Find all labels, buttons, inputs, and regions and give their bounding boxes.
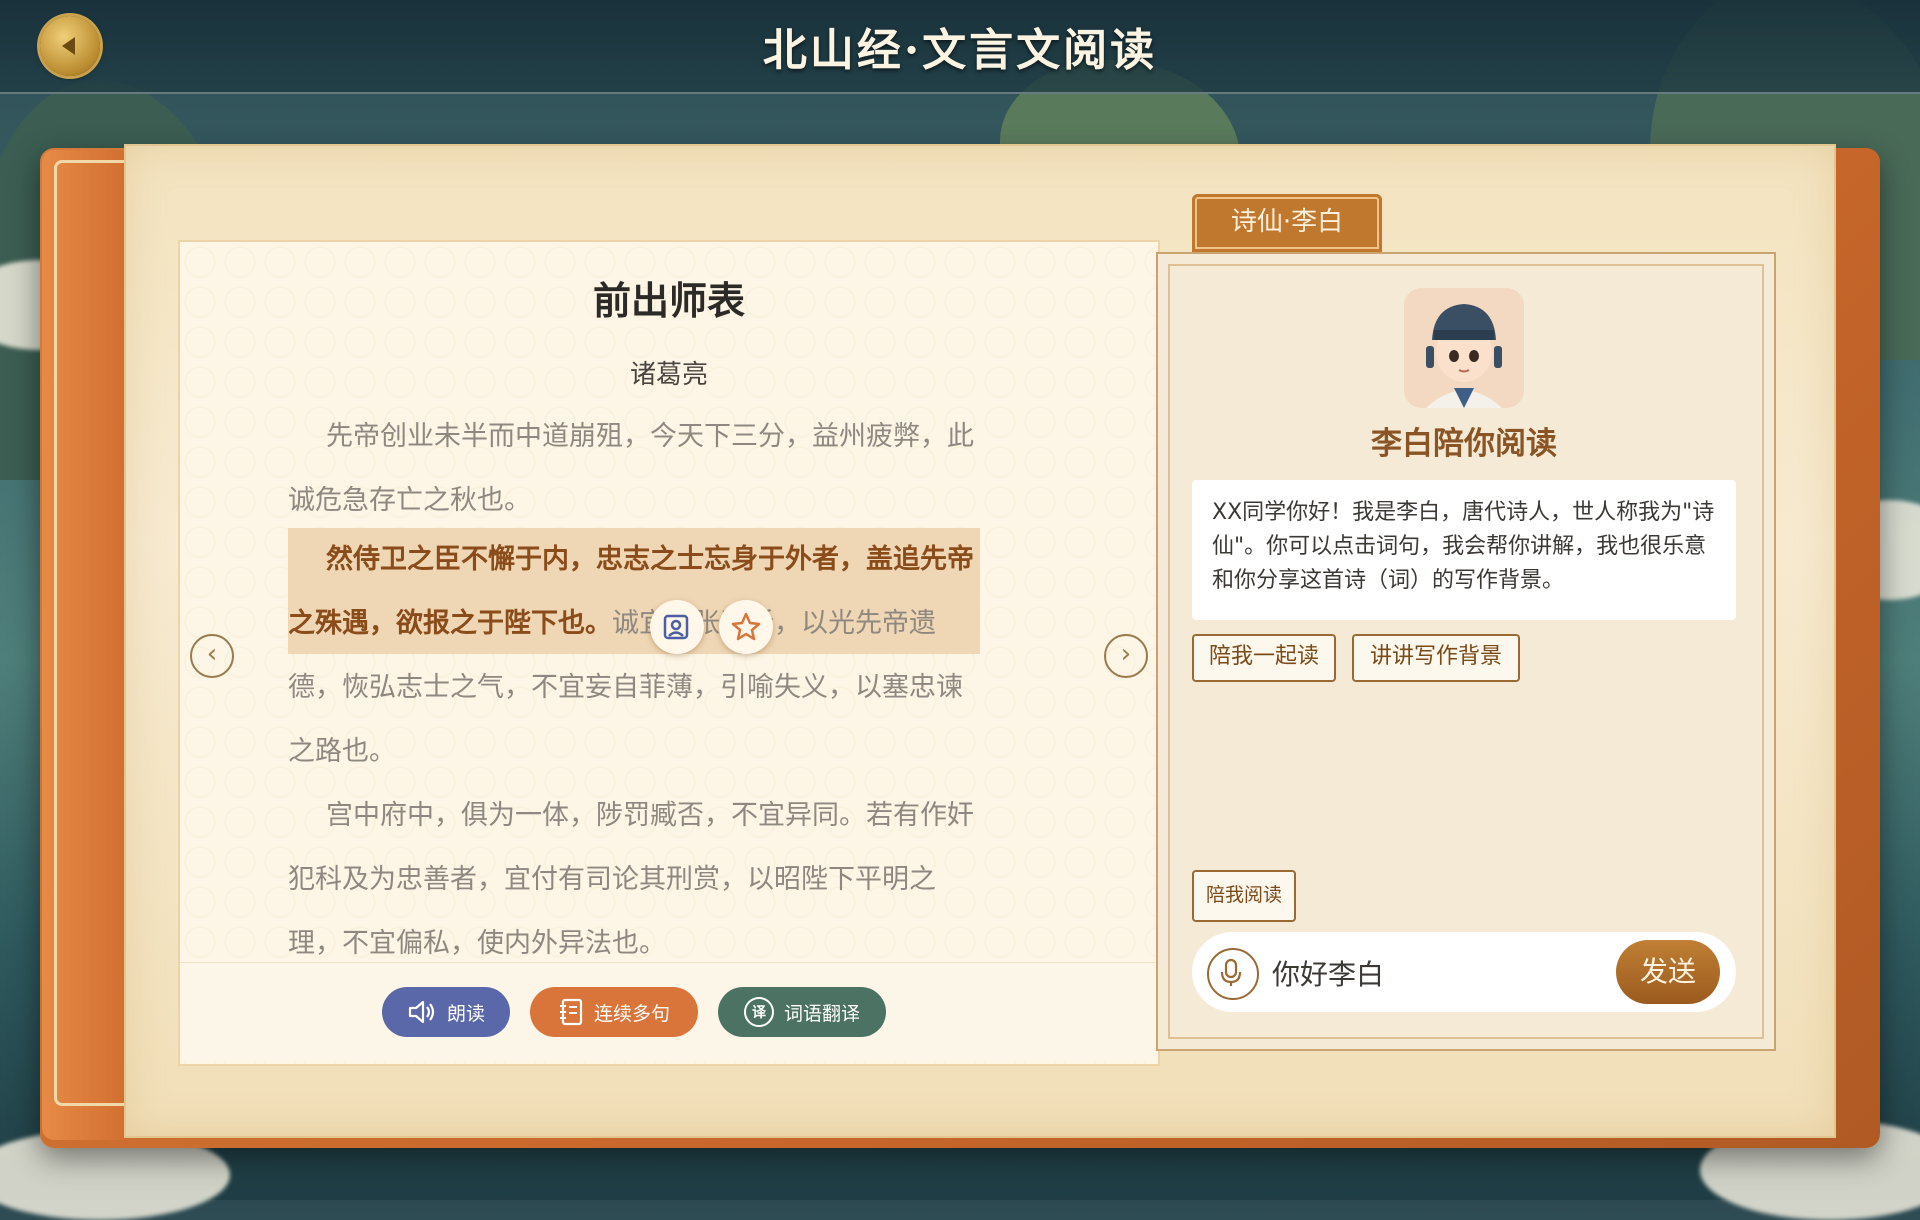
read-aloud-button[interactable]: 朗读 <box>382 987 510 1037</box>
continuous-read-button[interactable]: 连续多句 <box>530 987 698 1037</box>
greeting-message: XX同学你好！我是李白，唐代诗人，世人称我为"诗仙"。你可以点击词句，我会帮你讲… <box>1212 500 1715 593</box>
send-button[interactable]: 发送 <box>1616 940 1720 1004</box>
read-together-button[interactable]: 陪我一起读 <box>1192 634 1336 682</box>
top-bar: 北山经·文言文阅读 <box>0 0 1920 94</box>
chevron-left-icon: ‹ <box>206 639 218 669</box>
explain-button[interactable] <box>650 600 704 654</box>
companion-tab[interactable]: 诗仙·李白 <box>1192 194 1382 252</box>
previous-page-button[interactable]: ‹ <box>190 634 234 678</box>
word-translation-button[interactable]: 译 词语翻译 <box>718 987 886 1037</box>
companion-name: 李白陪你阅读 <box>1371 426 1557 462</box>
person-card-icon <box>663 614 689 640</box>
paragraph-highlighted[interactable]: 然侍卫之臣不懈于内，忠志之士忘身于外者，盖追先帝之殊遇，欲报之于陛下也。诚宜开张… <box>288 528 978 784</box>
accompany-reading-button[interactable]: 陪我阅读 <box>1192 870 1296 922</box>
translate-icon: 译 <box>743 997 774 1027</box>
passage-author: 诸葛亮 <box>629 360 708 390</box>
chat-bubble: XX同学你好！我是李白，唐代诗人，世人称我为"诗仙"。你可以点击词句，我会帮你讲… <box>1192 480 1736 620</box>
paragraph[interactable]: 先帝创业未半而中道崩殂，今天下三分，益州疲弊，此诚危急存亡之秋也。 <box>288 405 978 533</box>
writing-background-button[interactable]: 讲讲写作背景 <box>1352 634 1520 682</box>
message-input[interactable] <box>1270 948 1614 998</box>
next-page-button[interactable]: › <box>1104 634 1148 678</box>
microphone-icon <box>1220 958 1242 986</box>
page-title: 北山经·文言文阅读 <box>762 25 1158 76</box>
speaker-icon <box>408 1000 435 1024</box>
star-icon <box>731 612 761 641</box>
li-bai-avatar <box>1404 288 1524 408</box>
paragraph[interactable]: 宫中府中，俱为一体，陟罚臧否，不宜异同。若有作奸犯科及为忠善者，宜付有司论其刑赏… <box>288 784 978 976</box>
notebook-icon <box>559 998 583 1026</box>
favorite-button[interactable] <box>719 600 773 654</box>
character-portrait-icon <box>1404 288 1524 408</box>
chevron-right-icon: › <box>1120 639 1132 669</box>
passage-title: 前出师表 <box>592 279 745 323</box>
microphone-button[interactable] <box>1207 948 1259 1000</box>
